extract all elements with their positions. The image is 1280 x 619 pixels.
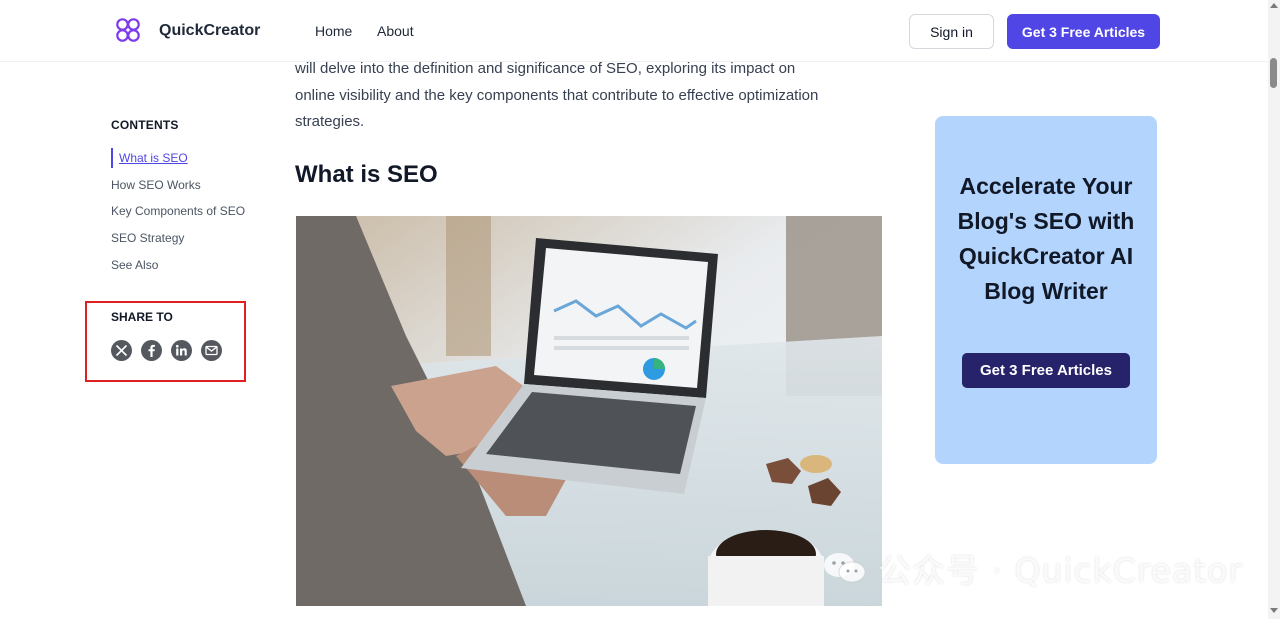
- nav-link-about[interactable]: About: [377, 23, 414, 39]
- toc-item-what-is-seo[interactable]: What is SEO: [111, 148, 245, 168]
- scrollbar-thumb[interactable]: [1270, 58, 1277, 88]
- article-hero-image: [296, 216, 882, 606]
- promo-title: Accelerate Your Blog's SEO with QuickCre…: [957, 173, 1135, 304]
- share-heading: SHARE TO: [111, 310, 173, 324]
- toc-heading: CONTENTS: [111, 118, 179, 132]
- section-heading-what-is-seo: What is SEO: [295, 161, 438, 188]
- article-intro-paragraph: will delve into the definition and signi…: [295, 56, 885, 136]
- article-intro-line: strategies.: [295, 113, 365, 130]
- watermark: 公众号 · QuickCreator: [822, 548, 1243, 590]
- toc-item-see-also[interactable]: See Also: [111, 255, 245, 282]
- nav-link-home[interactable]: Home: [315, 23, 352, 39]
- linkedin-icon[interactable]: [171, 340, 192, 361]
- facebook-icon[interactable]: [141, 340, 162, 361]
- sign-in-button[interactable]: Sign in: [909, 14, 994, 49]
- scroll-up-arrow-icon[interactable]: [1270, 3, 1278, 8]
- x-icon[interactable]: [111, 340, 132, 361]
- page-scrollbar[interactable]: [1268, 0, 1280, 619]
- top-navbar: QuickCreator Home About Sign in Get 3 Fr…: [0, 0, 1268, 62]
- facebook-f-icon: [148, 344, 155, 357]
- envelope-icon: [205, 345, 218, 356]
- article-intro-line: online visibility and the key components…: [295, 86, 819, 104]
- page: QuickCreator Home About Sign in Get 3 Fr…: [0, 0, 1280, 619]
- email-icon[interactable]: [201, 340, 222, 361]
- scroll-down-arrow-icon[interactable]: [1270, 608, 1278, 613]
- get-free-articles-button[interactable]: Get 3 Free Articles: [1007, 14, 1160, 49]
- wechat-icon: [824, 553, 866, 583]
- linkedin-in-icon: [176, 344, 187, 356]
- x-logo-icon: [115, 344, 128, 357]
- toc-item-key-components[interactable]: Key Components of SEO: [111, 201, 245, 228]
- toc-item-how-seo-works[interactable]: How SEO Works: [111, 175, 245, 202]
- table-of-contents: What is SEO How SEO Works Key Components…: [111, 148, 245, 281]
- article-intro-line: will delve into the definition and signi…: [295, 60, 796, 77]
- watermark-text: 公众号 · QuickCreator: [878, 551, 1243, 590]
- toc-item-seo-strategy[interactable]: SEO Strategy: [111, 228, 245, 255]
- promo-card: Accelerate Your Blog's SEO with QuickCre…: [935, 116, 1157, 464]
- brand-name[interactable]: QuickCreator: [159, 22, 260, 40]
- quickcreator-logo-icon[interactable]: [114, 16, 142, 44]
- promo-get-free-articles-button[interactable]: Get 3 Free Articles: [962, 353, 1130, 388]
